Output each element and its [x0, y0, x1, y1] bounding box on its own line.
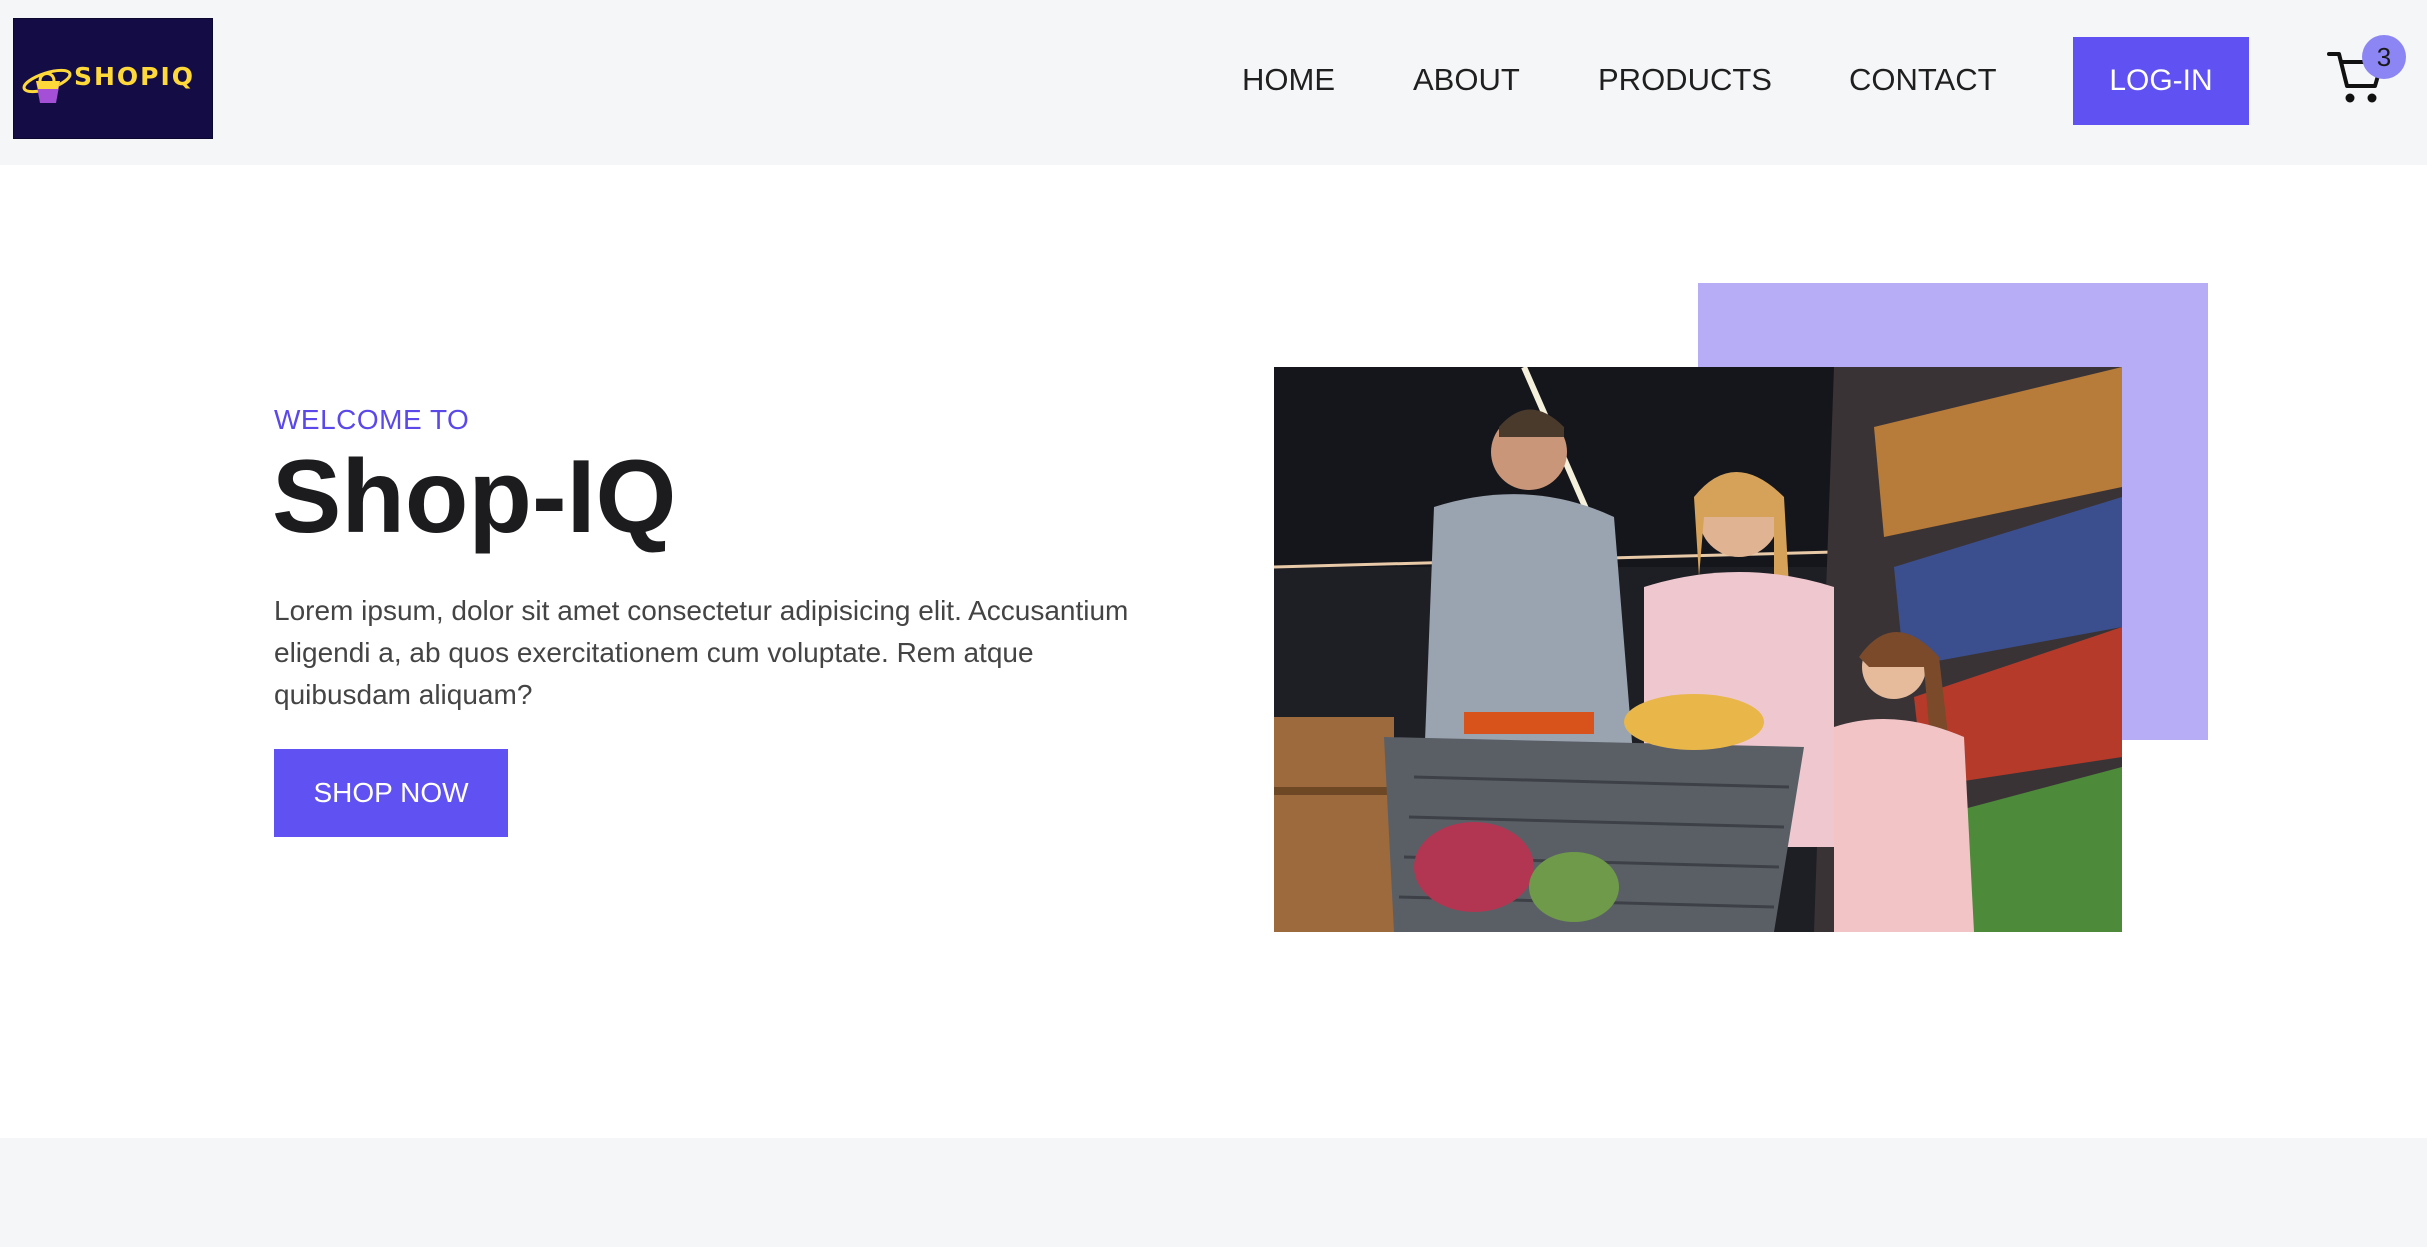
shop-now-button[interactable]: SHOP NOW [274, 749, 508, 837]
next-section-strip [0, 1138, 2427, 1247]
logo-text: SHOPIQ [74, 62, 196, 91]
family-shopping-photo [1274, 367, 2122, 932]
nav-contact-link[interactable]: CONTACT [1849, 62, 1997, 98]
nav-about-link[interactable]: ABOUT [1413, 62, 1520, 98]
shopiq-logo[interactable]: SHOPIQ [13, 18, 213, 139]
cart-count-badge: 3 [2362, 35, 2406, 79]
hero-eyebrow: WELCOME TO [274, 404, 470, 435]
shopping-bag-logo-icon [22, 68, 72, 103]
hero-description: Lorem ipsum, dolor sit amet consectetur … [274, 595, 1129, 710]
nav-home-link[interactable]: HOME [1242, 62, 1335, 98]
photo-illustration [1274, 367, 2122, 932]
hero-title: Shop-IQ [272, 439, 677, 555]
nav-products-link[interactable]: PRODUCTS [1598, 62, 1772, 98]
login-button[interactable]: LOG-IN [2073, 37, 2249, 125]
site-header: SHOPIQ HOME ABOUT PRODUCTS CONTACT LOG-I… [0, 0, 2427, 165]
